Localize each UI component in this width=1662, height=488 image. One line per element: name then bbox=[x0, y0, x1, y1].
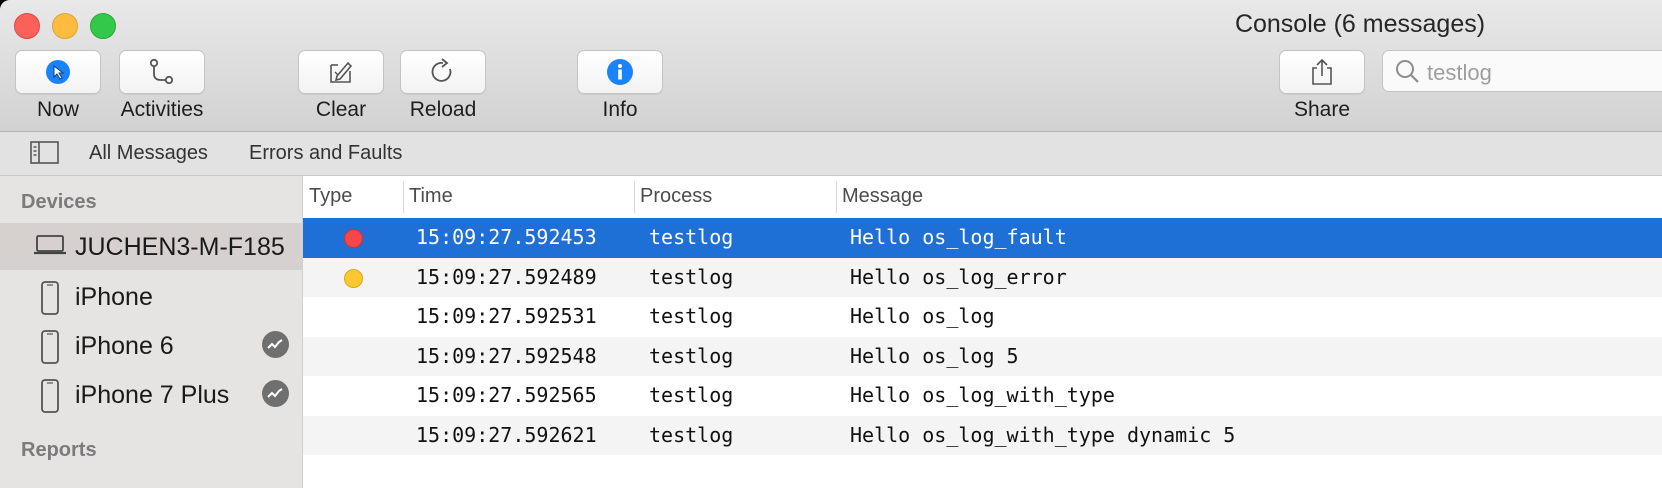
table-row[interactable]: 15:09:27.592548 testlog Hello os_log 5 bbox=[303, 336, 1662, 376]
devices-heading: Devices bbox=[21, 191, 97, 213]
iphone-icon bbox=[41, 281, 59, 315]
now-arrow-icon bbox=[46, 60, 70, 84]
sidebar-item-label: JUCHEN3-M-F185 bbox=[75, 233, 285, 261]
error-indicator-icon bbox=[344, 268, 363, 288]
sidebar: Devices JUCHEN3-M-F185 iPhone iPhone 6 i… bbox=[0, 176, 303, 488]
row-message: Hello os_log_error bbox=[850, 264, 1067, 289]
activity-badge-icon bbox=[262, 331, 289, 358]
scope-errors-and-faults[interactable]: Errors and Faults bbox=[249, 142, 402, 165]
sidebar-item-iphone-7-plus[interactable]: iPhone 7 Plus bbox=[0, 371, 302, 418]
row-process: testlog bbox=[649, 304, 734, 328]
sidebar-item-label: iPhone 7 Plus bbox=[75, 381, 230, 409]
scope-bar: All Messages Errors and Faults bbox=[0, 132, 1662, 176]
clear-button[interactable] bbox=[298, 50, 384, 94]
fault-indicator-icon bbox=[344, 229, 363, 248]
close-window-button[interactable] bbox=[14, 13, 40, 39]
column-header-type[interactable]: Type bbox=[303, 176, 403, 218]
table-row[interactable]: 15:09:27.592565 testlog Hello os_log_wit… bbox=[303, 376, 1662, 416]
iphone-icon bbox=[41, 379, 59, 413]
search-field[interactable]: testlog bbox=[1382, 50, 1662, 92]
window-title: Console (6 messages) bbox=[1234, 10, 1486, 38]
laptop-icon bbox=[34, 235, 66, 255]
row-process: testlog bbox=[649, 343, 734, 368]
share-icon bbox=[1312, 58, 1332, 85]
row-process: testlog bbox=[649, 225, 734, 249]
info-label: Info bbox=[602, 98, 638, 121]
reload-icon bbox=[431, 58, 452, 82]
activity-badge-icon bbox=[262, 380, 289, 407]
row-time: 15:09:27.592548 bbox=[416, 343, 597, 368]
sidebar-item-iphone[interactable]: iPhone bbox=[0, 273, 302, 320]
column-header-time[interactable]: Time bbox=[403, 176, 634, 218]
row-message: Hello os_log 5 bbox=[850, 343, 1019, 368]
row-process: testlog bbox=[649, 264, 734, 289]
clear-icon bbox=[330, 61, 353, 83]
share-label: Share bbox=[1293, 98, 1351, 121]
sidebar-item-label: iPhone 6 bbox=[75, 332, 174, 360]
row-message: Hello os_log_with_type bbox=[850, 383, 1115, 407]
row-time: 15:09:27.592565 bbox=[416, 383, 597, 407]
scope-all-messages[interactable]: All Messages bbox=[89, 142, 208, 165]
now-button[interactable] bbox=[15, 50, 101, 94]
row-process: testlog bbox=[649, 422, 734, 447]
row-message: Hello os_log_fault bbox=[850, 225, 1067, 249]
row-time: 15:09:27.592531 bbox=[416, 304, 597, 328]
table-header: Type Time Process Message bbox=[303, 176, 1662, 218]
activities-icon bbox=[149, 58, 174, 85]
info-button[interactable] bbox=[577, 50, 663, 94]
table-row[interactable]: 15:09:27.592621 testlog Hello os_log_wit… bbox=[303, 415, 1662, 455]
share-button[interactable] bbox=[1279, 50, 1365, 94]
toolbar: Console (6 messages) Now Activities Clea… bbox=[0, 0, 1662, 132]
row-time: 15:09:27.592621 bbox=[416, 422, 597, 447]
table-row[interactable]: 15:09:27.592453 testlog Hello os_log_fau… bbox=[303, 218, 1662, 258]
activities-label: Activities bbox=[120, 98, 204, 121]
reload-button[interactable] bbox=[400, 50, 486, 94]
activities-button[interactable] bbox=[119, 50, 205, 94]
sidebar-item-iphone-6[interactable]: iPhone 6 bbox=[0, 322, 302, 369]
table-row[interactable]: 15:09:27.592489 testlog Hello os_log_err… bbox=[303, 257, 1662, 297]
row-time: 15:09:27.592453 bbox=[416, 225, 597, 249]
minimize-window-button[interactable] bbox=[52, 13, 78, 39]
reports-heading: Reports bbox=[21, 439, 97, 461]
clear-label: Clear bbox=[315, 98, 367, 121]
sidebar-item-label: iPhone bbox=[75, 283, 153, 311]
column-header-process[interactable]: Process bbox=[634, 176, 836, 218]
sidebar-item-juchen3[interactable]: JUCHEN3-M-F185 bbox=[0, 223, 302, 270]
now-label: Now bbox=[36, 98, 79, 121]
reload-label: Reload bbox=[409, 98, 477, 121]
info-icon bbox=[607, 59, 633, 85]
column-header-message[interactable]: Message bbox=[836, 176, 1636, 218]
log-table: Type Time Process Message 15:09:27.59245… bbox=[303, 176, 1662, 488]
row-time: 15:09:27.592489 bbox=[416, 264, 597, 289]
search-input[interactable]: testlog bbox=[1427, 60, 1492, 86]
table-row[interactable]: 15:09:27.592531 testlog Hello os_log bbox=[303, 297, 1662, 337]
zoom-window-button[interactable] bbox=[90, 13, 116, 39]
iphone-icon bbox=[41, 330, 59, 364]
search-icon bbox=[1396, 60, 1419, 83]
sidebar-toggle-icon[interactable] bbox=[30, 141, 60, 165]
row-message: Hello os_log_with_type dynamic 5 bbox=[850, 422, 1236, 447]
row-message: Hello os_log bbox=[850, 304, 995, 328]
console-window: Console (6 messages) Now Activities Clea… bbox=[0, 0, 1662, 488]
row-process: testlog bbox=[649, 383, 734, 407]
